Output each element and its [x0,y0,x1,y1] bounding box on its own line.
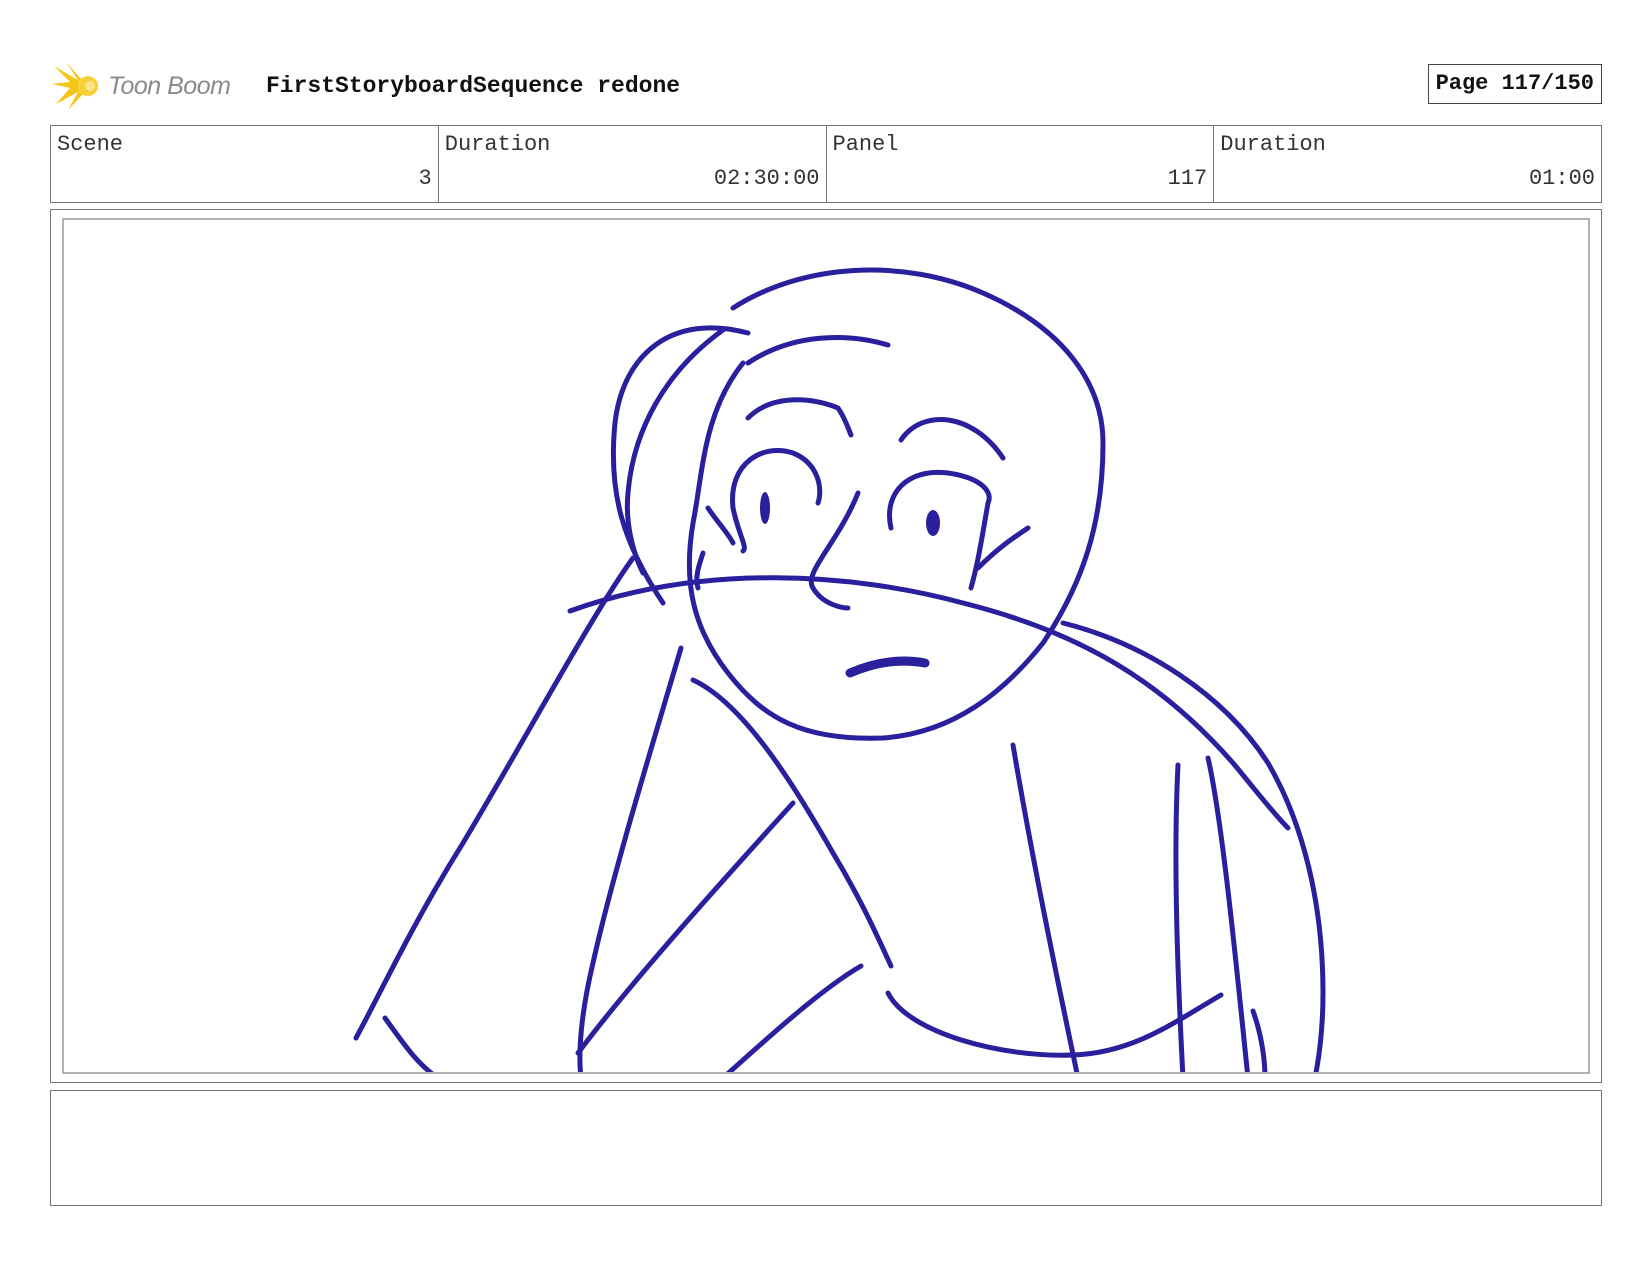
panel-value: 117 [1167,166,1208,191]
sketch-right-cheek [975,525,1031,571]
sketch-hand-front [725,963,864,1072]
sketch-torso-right-1 [1173,762,1186,1072]
scene-label: Scene [57,132,124,157]
sketch-left-eye-socket [730,447,823,511]
page-header: Toon Boom FirstStoryboardSequence redone… [50,58,1602,114]
toon-boom-logo: Toon Boom [52,58,231,114]
sketch-left-brow [745,397,854,438]
toon-boom-burst-icon [52,62,100,110]
sketch-right-eye-socket [887,469,992,591]
panel-duration-cell: Duration 01:00 [1214,126,1601,202]
sketch-left-hand-2 [575,800,796,1056]
scene-info-table: Scene 3 Duration 02:30:00 Panel 117 Dura… [50,125,1602,203]
panel-image-area [62,218,1590,1074]
page-number: Page 117/150 [1427,64,1602,104]
scene-duration-label: Duration [444,132,551,157]
scene-value: 3 [418,166,432,191]
sketch-nose [808,490,861,611]
logo-text: Toon Boom [108,71,231,100]
sketch-hair-inner [624,327,726,576]
sketch-left-pupil [760,492,770,524]
sketch-right-pupil [926,510,940,536]
sketch-torso-mid [1010,742,1080,1072]
scene-duration-value: 02:30:00 [713,166,820,191]
sketch-torso-curve [885,990,1224,1058]
panel-duration-label: Duration [1220,132,1326,157]
sketch-shoulder-back [1060,620,1326,1072]
panel-notes-box [50,1090,1602,1206]
panel-frame [50,209,1602,1083]
sketch-mouth [845,656,930,678]
sketch-head-outline [686,267,1106,741]
sketch-fingers [1250,1008,1268,1072]
sketch-forehead-line [745,335,891,366]
sketch-right-brow [898,416,1006,461]
panel-duration-value: 01:00 [1528,166,1595,191]
scene-cell: Scene 3 [51,126,439,202]
sketch-torso-right-2 [1205,755,1250,1072]
panel-cell: Panel 117 [827,126,1215,202]
panel-label: Panel [832,132,899,157]
sketch-left-hand-1 [382,1015,434,1072]
sketch-left-arm-inner [577,645,684,1072]
document-title: FirstStoryboardSequence redone [266,73,681,99]
sketch-arm-line [567,575,1291,831]
sketch-left-eye-mark [705,505,736,546]
scene-duration-cell: Duration 02:30:00 [439,126,827,202]
panel-sketch [353,267,1326,1072]
